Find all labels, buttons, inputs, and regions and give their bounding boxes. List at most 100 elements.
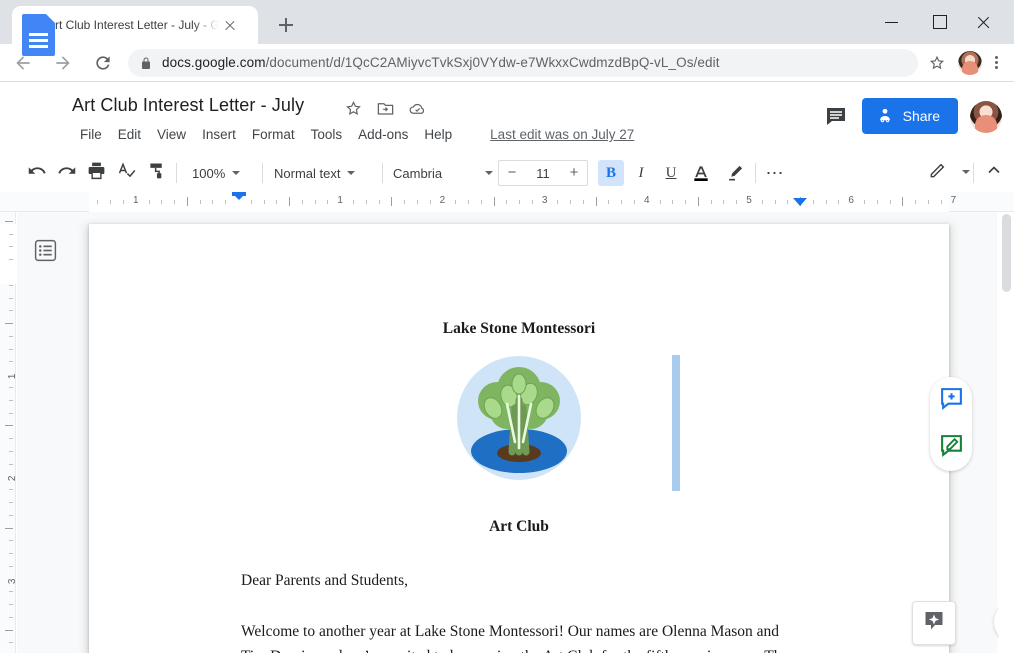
ruler-tick [9,284,13,286]
ruler-tick [940,200,942,204]
reload-icon[interactable] [86,46,120,80]
ruler-tick [634,200,636,204]
ruler-tick [570,200,572,204]
print-icon[interactable] [86,160,112,186]
scrollbar-thumb[interactable] [1002,214,1011,292]
horizontal-ruler[interactable]: 1 1 2 3 4 5 6 7 [0,192,1014,212]
more-options-icon[interactable]: ⋯ [762,160,788,186]
ruler-tick [5,629,13,631]
share-button[interactable]: Share [861,98,958,134]
ruler-number: 5 [746,195,752,206]
text-color-icon[interactable] [688,160,714,186]
zoom-select[interactable]: 100% [192,162,241,184]
menu-add-ons[interactable]: Add-ons [350,124,416,145]
share-label: Share [902,108,940,124]
minimize-button[interactable] [872,0,918,44]
browser-titlebar: Art Club Interest Letter - July - G [0,0,1014,44]
vertical-ruler[interactable]: 123 [0,212,19,653]
font-size-stepper[interactable]: − 11 + [498,160,588,186]
maximize-button[interactable] [918,0,964,44]
suggest-edit-icon[interactable] [939,433,964,463]
document-title[interactable]: Art Club Interest Letter - July [72,95,304,116]
ruler-tick [863,200,865,204]
ruler-tick [110,200,112,204]
tab-close-icon[interactable] [219,14,241,36]
ruler-tick [276,200,278,204]
paragraph-style-select[interactable]: Normal text [274,162,356,184]
address-bar[interactable]: docs.google.com/document/d/1QcC2AMiyvcTv… [128,48,918,77]
editing-mode-pencil-icon[interactable] [928,160,952,186]
ruler-tick [825,200,827,204]
undo-icon[interactable] [26,160,52,186]
saved-to-drive-cloud-icon[interactable] [408,99,427,118]
ruler-tick [595,197,597,206]
ruler-tick [812,200,814,204]
right-indent-marker[interactable] [793,198,807,206]
ruler-tick [5,527,13,529]
menu-file[interactable]: File [72,124,110,145]
menu-help[interactable]: Help [416,124,460,145]
browser-window: Art Club Interest Letter - July - G docs… [0,0,1014,653]
menu-edit[interactable]: Edit [110,124,149,145]
menu-format[interactable]: Format [244,124,303,145]
ruler-tick [9,450,13,452]
font-size-decrease-button[interactable]: − [499,161,525,185]
star-icon[interactable] [344,99,363,118]
explore-button[interactable] [912,601,956,645]
highlight-color-icon[interactable] [722,160,748,186]
share-person-icon [876,106,894,127]
ruler-tick [9,412,13,414]
browser-profile-avatar[interactable] [958,50,982,75]
lock-icon [140,56,152,70]
add-comment-icon[interactable] [939,386,964,416]
google-docs-logo-icon[interactable] [22,14,55,56]
browser-toolbar: docs.google.com/document/d/1QcC2AMiyvcTv… [0,44,1014,82]
ruler-tick [710,200,712,204]
ruler-tick [9,438,13,440]
ruler-margin-band [0,224,16,284]
new-tab-button[interactable] [272,11,300,39]
bookmark-star-icon[interactable] [922,48,952,78]
document-outline-icon[interactable] [33,238,58,263]
spellcheck-icon[interactable] [116,160,142,186]
collapse-toolbar-chevron-up-icon[interactable] [984,160,1008,186]
toolbar-divider [382,163,383,183]
font-size-increase-button[interactable]: + [561,161,587,185]
redo-icon[interactable] [56,160,82,186]
ruler-tick [301,200,303,204]
font-size-value[interactable]: 11 [536,166,550,181]
menu-view[interactable]: View [149,124,194,145]
toolbar-divider [973,163,974,183]
bold-button[interactable]: B [598,160,624,186]
paint-format-icon[interactable] [146,160,172,186]
account-avatar[interactable] [970,101,1002,133]
vertical-scrollbar[interactable] [999,212,1014,653]
document-page[interactable]: Lake Stone Montessori Art Club Dear Pare… [89,224,949,653]
browser-menu-icon[interactable] [982,46,1010,80]
ruler-tick [289,197,291,206]
ruler-tick [429,200,431,204]
last-edit-link[interactable]: Last edit was on July 27 [490,127,634,142]
document-logo-block [241,355,797,496]
ruler-tick [876,200,878,204]
ruler-tick [391,197,393,206]
ruler-tick [9,604,13,606]
italic-button[interactable]: I [628,160,654,186]
document-subheading: Art Club [489,518,549,535]
move-to-folder-icon[interactable] [376,99,395,118]
ruler-tick [199,200,201,204]
font-family-select[interactable]: Cambria [393,162,493,184]
style-value: Normal text [274,165,341,181]
underline-button[interactable]: U [658,160,684,186]
ruler-tick [9,501,13,503]
document-body[interactable]: Lake Stone Montessori Art Club Dear Pare… [241,320,797,653]
ruler-tick [915,200,917,204]
menu-insert[interactable]: Insert [194,124,244,145]
ruler-tick [761,200,763,204]
comment-history-icon[interactable] [824,104,848,128]
window-close-button[interactable] [964,0,1010,44]
editing-mode-chevron-icon[interactable] [962,170,970,174]
menu-tools[interactable]: Tools [303,124,351,145]
first-line-indent-marker[interactable] [232,192,246,196]
chevron-down-icon [485,171,493,175]
